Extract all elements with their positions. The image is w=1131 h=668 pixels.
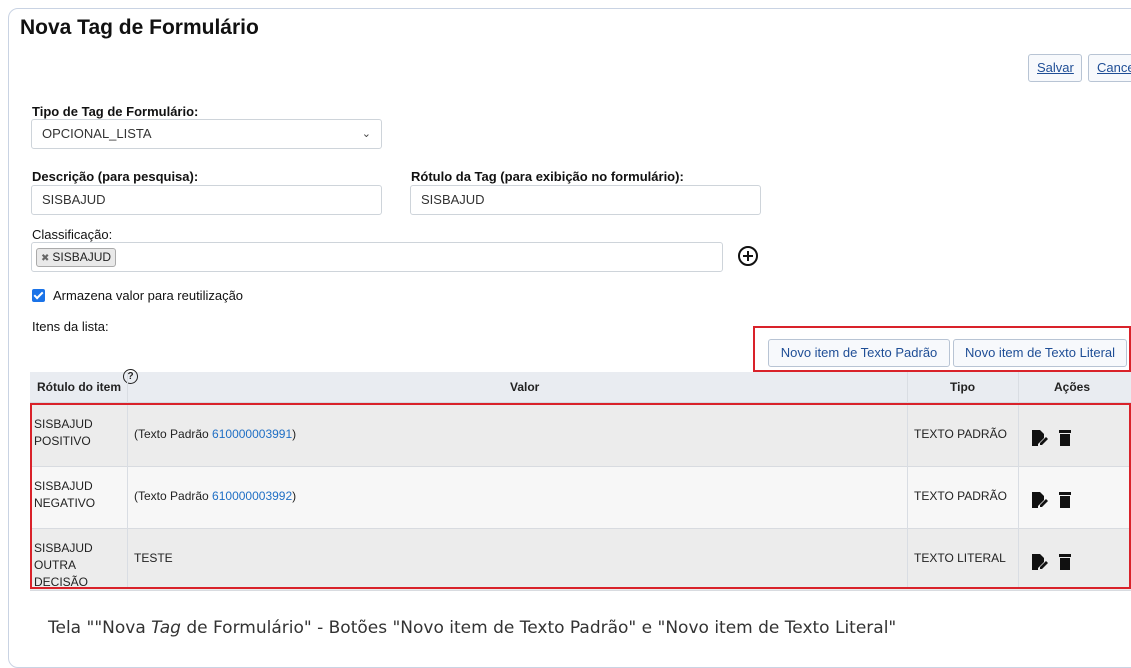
chip-label: SISBAJUD (52, 250, 112, 264)
tipo-tag-value: OPCIONAL_LISTA (42, 126, 152, 141)
tipo-tag-select[interactable]: OPCIONAL_LISTA ⌄ (31, 119, 382, 149)
plus-circle-icon[interactable] (738, 246, 758, 266)
header-acoes: Ações (1054, 380, 1091, 394)
chevron-down-icon: ⌄ (361, 128, 371, 140)
descricao-input[interactable]: SISBAJUD (31, 185, 382, 215)
tipo-tag-label: Tipo de Tag de Formulário: (32, 104, 199, 119)
figure-caption: Tela ""Nova Tag de Formulário" - Botões … (48, 618, 897, 638)
rotulo-input[interactable]: SISBAJUD (410, 185, 761, 215)
table-header: Rótulo do item? Valor Tipo Ações (30, 369, 1131, 403)
itens-label: Itens da lista: (32, 319, 109, 334)
header-rotulo: Rótulo do item? (37, 369, 138, 402)
highlight-table-box (30, 403, 1131, 589)
header-valor: Valor (510, 380, 540, 394)
descricao-label: Descrição (para pesquisa): (32, 169, 199, 184)
close-icon[interactable]: ✖ (41, 253, 49, 264)
armazena-label: Armazena valor para reutilização (53, 288, 244, 303)
armazena-checkbox[interactable] (32, 289, 45, 302)
novo-item-texto-literal-button[interactable]: Novo item de Texto Literal (953, 339, 1127, 367)
novo-item-texto-padrao-button[interactable]: Novo item de Texto Padrão (768, 339, 950, 367)
rotulo-label: Rótulo da Tag (para exibição no formulár… (411, 169, 684, 184)
page-title: Nova Tag de Formulário (20, 16, 259, 39)
cancel-button[interactable]: Cance (1088, 54, 1131, 82)
header-tipo: Tipo (950, 380, 976, 394)
classificacao-field[interactable]: ✖ SISBAJUD (31, 242, 723, 272)
help-circle-icon[interactable]: ? (123, 369, 138, 384)
save-button[interactable]: Salvar (1028, 54, 1082, 82)
classificacao-label: Classificação: (32, 227, 113, 242)
classificacao-chip: ✖ SISBAJUD (36, 248, 117, 267)
